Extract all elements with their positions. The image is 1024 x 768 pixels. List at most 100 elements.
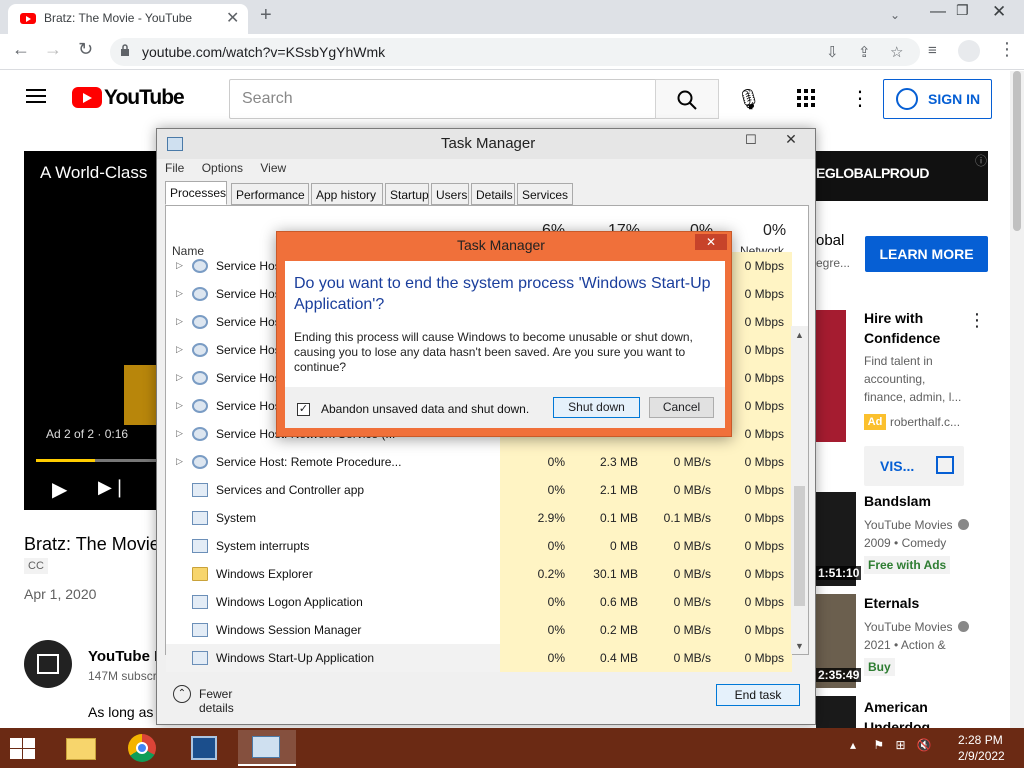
profile-icon[interactable] xyxy=(958,40,980,62)
abandon-data-label[interactable]: Abandon unsaved data and shut down. xyxy=(321,402,529,416)
video-player[interactable]: A World-Class Ad 2 of 2 · 0:16 ▶ ▶❘ xyxy=(24,151,158,510)
tab-app-history[interactable]: App history xyxy=(311,183,383,205)
settings-kebab-icon[interactable]: ⋮ xyxy=(850,86,870,111)
menu-file[interactable]: File xyxy=(165,161,184,175)
rec-title[interactable]: Eternals xyxy=(864,595,919,611)
scroll-down-icon[interactable]: ▼ xyxy=(795,641,804,651)
progress-bar[interactable] xyxy=(36,459,158,462)
next-icon[interactable]: ▶❘ xyxy=(98,477,127,498)
expand-arrow-icon[interactable]: ▷ xyxy=(176,288,183,299)
expand-arrow-icon[interactable]: ▷ xyxy=(176,372,183,383)
play-icon[interactable]: ▶ xyxy=(52,477,67,502)
end-task-button[interactable]: End task xyxy=(716,684,800,706)
close-icon[interactable]: ✕ xyxy=(992,2,1006,22)
windows-start-icon[interactable] xyxy=(8,736,36,760)
tab-performance[interactable]: Performance xyxy=(231,183,309,205)
maximize-icon[interactable]: ☐ xyxy=(745,132,757,148)
back-icon[interactable]: ← xyxy=(12,39,30,60)
new-tab-icon[interactable]: + xyxy=(260,4,272,27)
process-row[interactable]: Windows Explorer 0.2% 30.1 MB 0 MB/s 0 Mbps xyxy=(166,560,792,588)
expand-arrow-icon[interactable]: ▷ xyxy=(176,260,183,271)
process-row[interactable]: Windows Logon Application 0% 0.6 MB 0 MB/s 0… xyxy=(166,588,792,616)
rec-badge: Buy xyxy=(864,658,895,676)
process-row[interactable]: System 2.9% 0.1 MB 0.1 MB/s 0 Mbps xyxy=(166,504,792,532)
volume-muted-icon[interactable]: 🔇 xyxy=(917,738,932,752)
clock-date[interactable]: 2/9/2022 xyxy=(958,749,1005,763)
tray-chevron-icon[interactable]: ▴ xyxy=(850,738,856,752)
menu-view[interactable]: View xyxy=(260,161,286,175)
page-scrollbar-thumb[interactable] xyxy=(1013,71,1021,231)
network-icon[interactable]: ⊞ xyxy=(895,738,905,752)
chrome-icon[interactable] xyxy=(114,730,172,766)
page-scrollbar[interactable] xyxy=(1010,71,1024,731)
ad-info-icon[interactable]: ⓘ xyxy=(975,152,987,169)
side-ad-menu-icon[interactable]: ⋮ xyxy=(968,310,986,331)
clock-time[interactable]: 2:28 PM xyxy=(958,733,1003,747)
youtube-wordmark[interactable]: YouTube xyxy=(104,86,185,110)
side-ad-image[interactable] xyxy=(816,310,846,442)
address-bar[interactable]: youtube.com/watch?v=KSsbYgYhWmk ⇩ ⇪ ☆ xyxy=(110,38,920,66)
process-row[interactable]: ▷ Service Host: Remote Procedure... 0% 2.3 … xyxy=(166,448,792,476)
install-icon[interactable]: ⇩ xyxy=(826,43,839,61)
expand-arrow-icon[interactable]: ▷ xyxy=(176,316,183,327)
process-row[interactable]: Windows Session Manager 0% 0.2 MB 0 MB/s 0 M… xyxy=(166,616,792,644)
expand-arrow-icon[interactable]: ▷ xyxy=(176,456,183,467)
rec-title[interactable]: American Underdog xyxy=(864,697,954,728)
expand-arrow-icon[interactable]: ▷ xyxy=(176,344,183,355)
tab-processes[interactable]: Processes xyxy=(165,181,227,205)
rec-title[interactable]: Bandslam xyxy=(864,493,931,509)
column-header-network[interactable]: 0% xyxy=(763,222,786,240)
chevron-down-icon[interactable]: ⌄ xyxy=(890,8,900,22)
action-center-flag-icon[interactable]: ⚑ xyxy=(873,738,884,752)
close-icon[interactable]: ✕ xyxy=(773,131,809,149)
tab-users[interactable]: Users xyxy=(431,183,469,205)
tab-close-icon[interactable]: ✕ xyxy=(226,8,239,28)
rec-thumbnail[interactable]: 1:51:10 xyxy=(816,492,862,586)
process-row[interactable]: System interrupts 0% 0 MB 0 MB/s 0 Mbps xyxy=(166,532,792,560)
chrome-menu-icon[interactable]: ⋮ xyxy=(998,39,1016,60)
learn-more-button[interactable]: LEARN MORE xyxy=(865,236,988,272)
reload-icon[interactable]: ↻ xyxy=(78,39,93,60)
expand-arrow-icon[interactable]: ▷ xyxy=(176,400,183,411)
tab-services[interactable]: Services xyxy=(517,183,573,205)
channel-avatar[interactable] xyxy=(24,640,72,688)
microphone-icon[interactable]: 🎙 xyxy=(736,87,761,112)
process-scrollbar[interactable]: ▲ ▼ xyxy=(791,326,808,654)
restore-icon[interactable]: ❐ xyxy=(956,2,969,19)
rec-thumbnail[interactable] xyxy=(816,696,856,728)
forward-icon[interactable]: → xyxy=(44,39,62,60)
hamburger-menu-icon[interactable] xyxy=(26,89,46,103)
cancel-button[interactable]: Cancel xyxy=(649,397,714,418)
file-explorer-icon[interactable] xyxy=(52,730,110,766)
expand-arrow-icon[interactable]: ▷ xyxy=(176,428,183,439)
tab-details[interactable]: Details xyxy=(471,183,515,205)
media-control-icon[interactable]: ≡ xyxy=(928,42,937,59)
menu-options[interactable]: Options xyxy=(202,161,243,175)
bookmark-star-icon[interactable]: ☆ xyxy=(890,43,903,61)
process-row[interactable]: Windows Start-Up Application 0% 0.4 MB 0 MB… xyxy=(166,644,792,672)
scroll-up-icon[interactable]: ▲ xyxy=(795,330,804,340)
chevron-up-icon: ⌃ xyxy=(173,685,191,703)
abandon-data-checkbox[interactable]: ✓ xyxy=(297,403,310,416)
search-button[interactable] xyxy=(655,79,719,119)
share-icon[interactable]: ⇪ xyxy=(858,43,871,61)
channel-name[interactable]: YouTube M xyxy=(88,648,167,665)
apps-grid-icon[interactable] xyxy=(797,89,815,107)
process-row[interactable]: Services and Controller app 0% 2.1 MB 0 MB/… xyxy=(166,476,792,504)
task-manager-titlebar[interactable]: Task Manager ☐ ✕ xyxy=(157,129,815,159)
task-manager-icon[interactable] xyxy=(238,730,296,766)
minimize-icon[interactable]: — xyxy=(930,3,946,21)
sign-in-button[interactable]: SIGN IN xyxy=(883,79,992,119)
ad-banner[interactable]: EGLOBALPROUD xyxy=(816,151,988,201)
visit-site-button[interactable]: VIS... xyxy=(864,446,964,486)
process-scrollbar-thumb[interactable] xyxy=(794,486,805,606)
tab-youtube[interactable]: Bratz: The Movie - YouTube ✕ xyxy=(8,4,248,34)
dialog-close-icon[interactable]: ✕ xyxy=(695,234,727,250)
youtube-logo-icon[interactable] xyxy=(72,87,102,108)
side-ad-title[interactable]: Hire with Confidence xyxy=(864,308,954,348)
rec-thumbnail[interactable]: 2:35:49 xyxy=(816,594,862,688)
tab-startup[interactable]: Startup xyxy=(385,183,429,205)
virtualbox-icon[interactable] xyxy=(176,730,234,766)
search-input[interactable]: Search xyxy=(229,79,656,119)
shut-down-button[interactable]: Shut down xyxy=(553,397,640,418)
